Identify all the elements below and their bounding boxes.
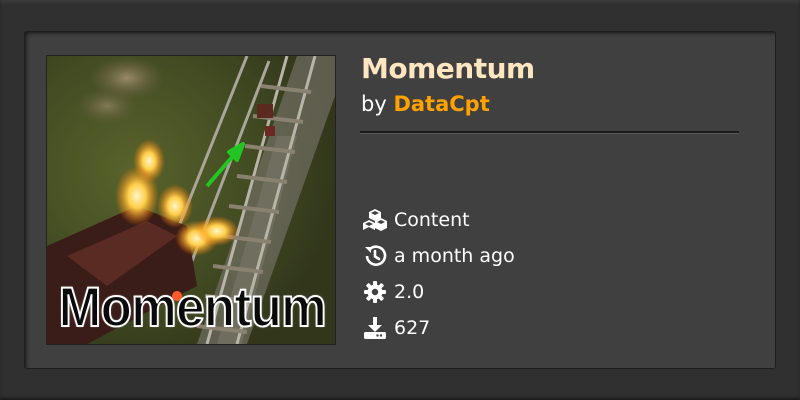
- divider: [360, 131, 739, 134]
- downloads-text: 627: [394, 317, 431, 339]
- cubes-icon: [362, 207, 388, 233]
- category-row: Content: [362, 207, 470, 233]
- thumbnail-title: Momentum: [58, 274, 328, 339]
- downloads-row: 627: [362, 315, 430, 341]
- gear-icon: [362, 279, 388, 305]
- version-text: 2.0: [394, 281, 425, 303]
- history-icon: [362, 243, 388, 269]
- author-link[interactable]: DataCpt: [393, 92, 489, 116]
- version-row: 2.0: [362, 279, 424, 305]
- download-icon: [362, 315, 388, 341]
- mod-thumbnail[interactable]: Momentum: [47, 56, 335, 344]
- by-label: by: [361, 92, 394, 116]
- category-text: Content: [394, 209, 470, 231]
- author-line: by DataCpt: [361, 92, 490, 116]
- updated-text: a month ago: [394, 245, 515, 267]
- updated-row: a month ago: [362, 243, 515, 269]
- mod-title[interactable]: Momentum: [361, 52, 535, 85]
